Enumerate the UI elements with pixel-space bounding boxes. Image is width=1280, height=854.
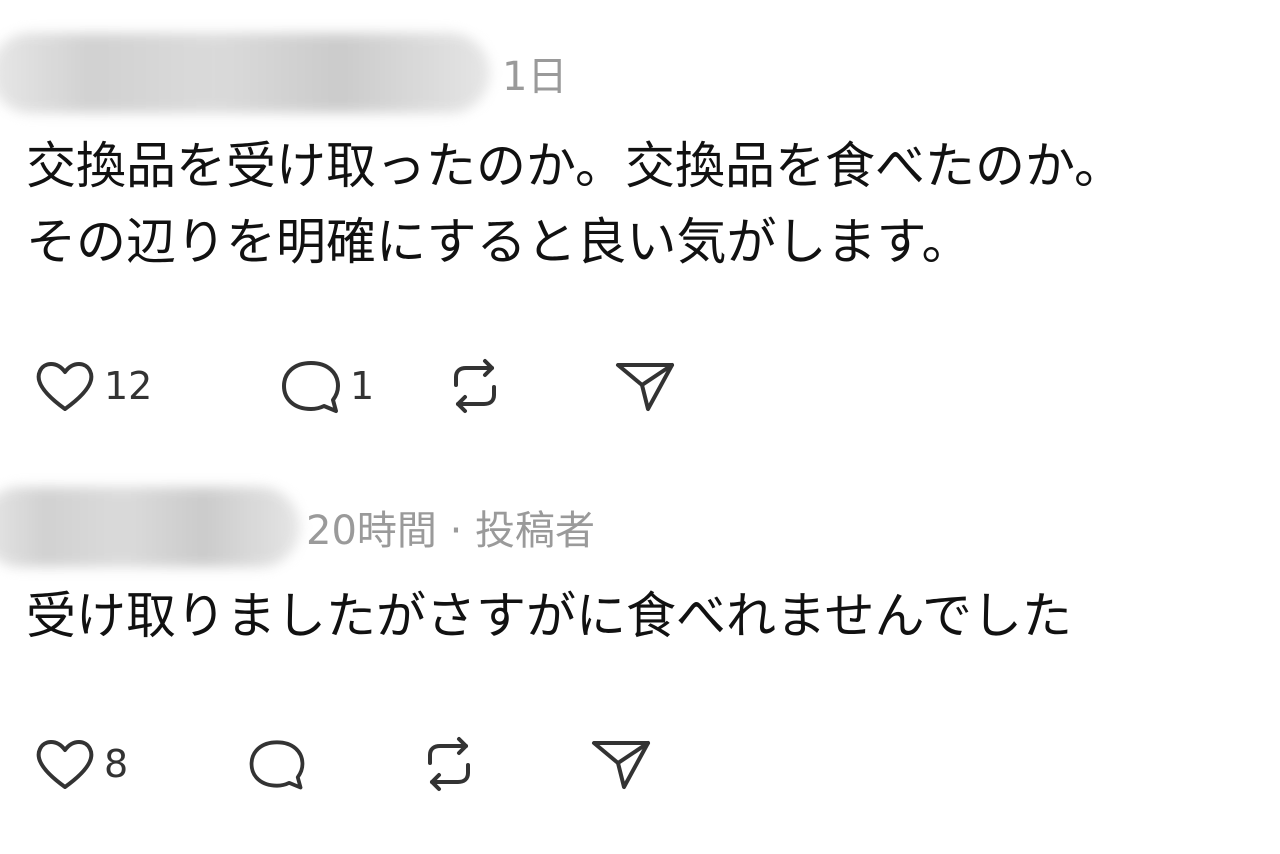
reply-button[interactable] (244, 729, 324, 799)
reply-count: 1 (350, 364, 375, 408)
comment-header: 20時間 · 投稿者 (0, 482, 595, 572)
like-count: 12 (104, 364, 153, 408)
blurred-username[interactable] (0, 487, 300, 567)
like-button[interactable]: 12 (30, 351, 180, 421)
comment-actions: 12 1 (30, 346, 690, 426)
share-button[interactable] (610, 351, 690, 421)
repost-icon (454, 359, 496, 413)
comment-header: 1日 (0, 28, 567, 118)
send-icon (592, 741, 650, 789)
like-count: 8 (104, 742, 129, 786)
share-button[interactable] (586, 729, 666, 799)
repost-icon (428, 737, 470, 791)
comment: 1日 交換品を受け取ったのか。交換品を食べたのか。 その辺りを明確にすると良い気… (0, 0, 1280, 440)
comment: 20時間 · 投稿者 受け取りましたがさすがに食べれませんでした 8 (0, 460, 1280, 854)
heart-icon (36, 740, 94, 789)
comment-timestamp: 20時間 · 投稿者 (306, 508, 596, 554)
comment-text: 交換品を受け取ったのか。交換品を食べたのか。 その辺りを明確にすると良い気がしま… (26, 137, 1124, 271)
heart-icon (36, 362, 94, 411)
comment-actions: 8 (30, 724, 666, 804)
comment-bubble-icon (249, 740, 305, 790)
repost-button[interactable] (440, 351, 520, 421)
repost-button[interactable] (414, 729, 494, 799)
comment-bubble-icon (282, 361, 340, 413)
comment-timestamp: 1日 (502, 54, 568, 100)
comment-text: 受け取りましたがさすがに食べれませんでした (26, 587, 1072, 645)
blurred-username[interactable] (0, 33, 490, 113)
like-button[interactable]: 8 (30, 729, 150, 799)
reply-button[interactable]: 1 (276, 351, 416, 421)
send-icon (616, 363, 674, 411)
